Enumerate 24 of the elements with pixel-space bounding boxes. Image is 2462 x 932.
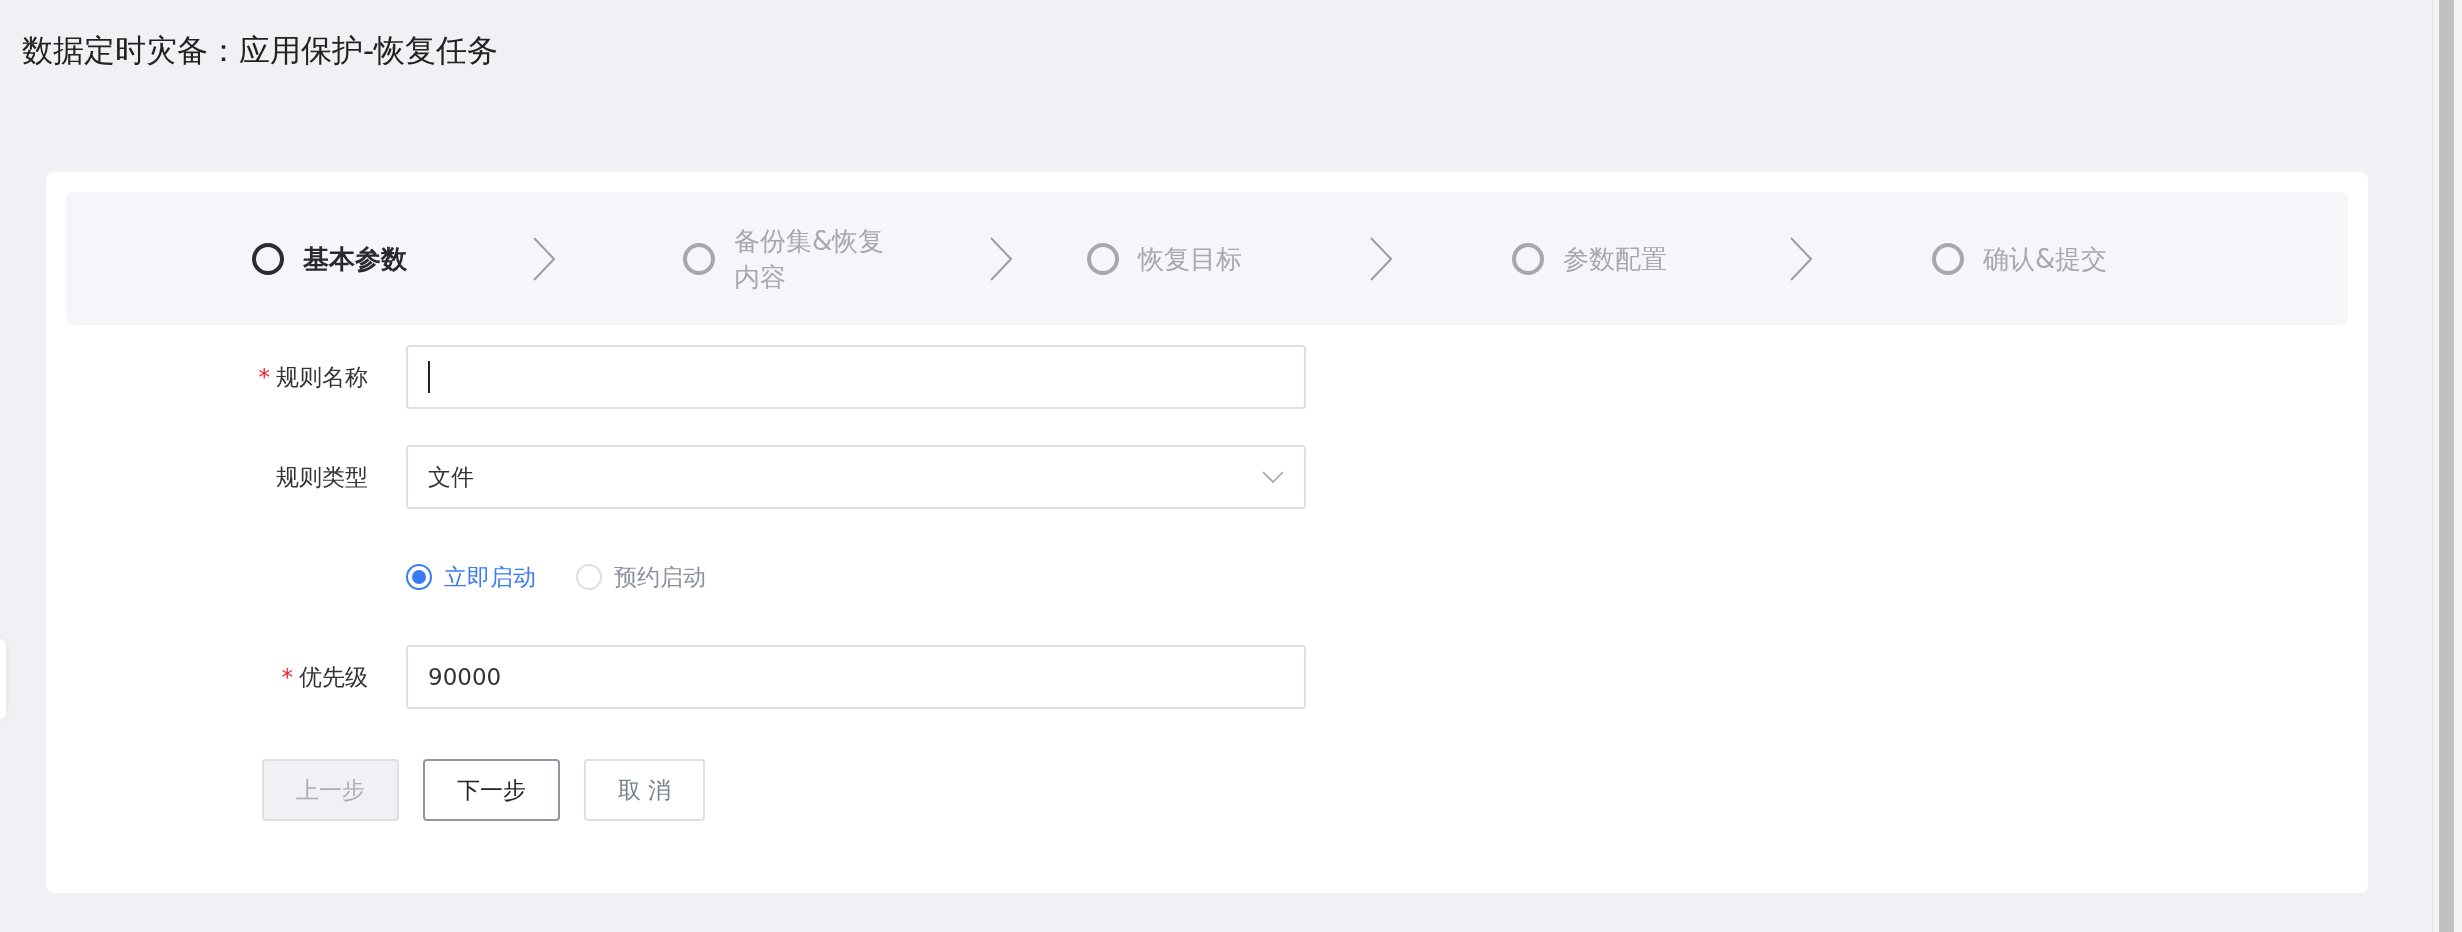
- step-button[interactable]: 取 消: [584, 759, 706, 821]
- chevron-down-icon: [1262, 471, 1284, 483]
- field-label: 规则类型: [276, 462, 368, 492]
- select-field[interactable]: 文件: [406, 445, 1306, 509]
- chevron-right-icon: [533, 236, 555, 281]
- step-item: 恢复目标: [1087, 240, 1242, 277]
- chevron-right-icon: [1790, 236, 1812, 281]
- radio-option[interactable]: 预约启动: [576, 561, 706, 593]
- radio-option[interactable]: 立即启动: [406, 561, 536, 593]
- required-asterisk: *: [281, 664, 293, 690]
- step-item: 参数配置: [1512, 240, 1667, 277]
- step-button[interactable]: 下一步: [423, 759, 560, 821]
- step-item: 基本参数: [252, 240, 407, 277]
- input-field[interactable]: 90000: [406, 645, 1306, 709]
- input-field[interactable]: [406, 345, 1306, 409]
- step-item: 备份集&恢复内容: [683, 222, 894, 295]
- scrollbar[interactable]: [2432, 0, 2462, 932]
- field-label: 优先级: [299, 662, 368, 692]
- chevron-right-icon: [1370, 236, 1392, 281]
- required-asterisk: *: [258, 364, 270, 390]
- field-label: 规则名称: [276, 362, 368, 392]
- step-item: 确认&提交: [1932, 240, 2108, 277]
- chevron-right-icon: [990, 236, 1012, 281]
- page-title: 数据定时灾备：应用保护-恢复任务: [21, 31, 500, 70]
